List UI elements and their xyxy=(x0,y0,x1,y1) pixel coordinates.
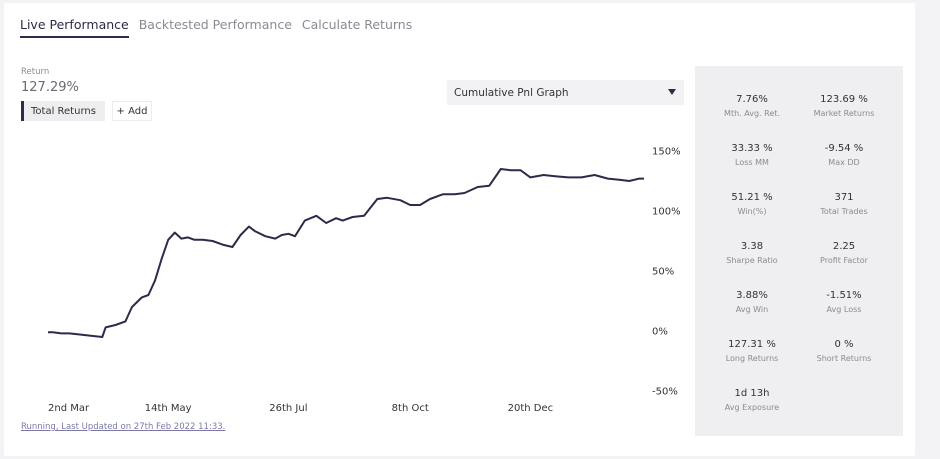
tab-calculate-returns[interactable]: Calculate Returns xyxy=(302,17,412,38)
stat-label: Loss MM xyxy=(735,158,769,167)
x-tick-label: 20th Dec xyxy=(508,403,554,414)
tab-backtested-performance[interactable]: Backtested Performance xyxy=(139,17,292,38)
stat-value: 33.33 % xyxy=(731,143,773,154)
y-tick-label: 50% xyxy=(652,267,674,278)
stat-value: 7.76% xyxy=(736,94,768,105)
stat-label: Win(%) xyxy=(737,207,767,216)
graph-type-select[interactable]: Cumulative Pnl Graph xyxy=(447,80,684,105)
graph-type-value: Cumulative Pnl Graph xyxy=(454,86,569,99)
stat-value: 51.21 % xyxy=(731,192,773,203)
stat-label: Market Returns xyxy=(813,109,875,118)
stat-label: Long Returns xyxy=(725,354,779,363)
stat-value: 3.38 xyxy=(740,241,764,252)
x-tick-label: 2nd Mar xyxy=(48,403,90,414)
stat-value: 127.31 % xyxy=(728,339,776,350)
stat-item: -9.54 % Max DD xyxy=(799,143,889,167)
caret-down-icon xyxy=(668,89,676,95)
stat-item: 51.21 % Win(%) xyxy=(707,192,797,216)
cumulative-pnl-chart: 150% 100% 50% 0% -50% 2nd Mar 14th May 26th Jul… xyxy=(48,147,681,414)
y-tick-label: -50% xyxy=(652,387,678,398)
x-tick-label: 8th Oct xyxy=(392,403,429,414)
stat-label: Profit Factor xyxy=(820,256,868,265)
pnl-series-line xyxy=(48,168,644,338)
stat-value: -9.54 % xyxy=(824,143,864,154)
stat-value: 0 % xyxy=(834,339,854,350)
stat-label: Mth. Avg. Ret. xyxy=(724,109,780,118)
stat-value: 371 xyxy=(834,192,854,203)
stats-panel: 7.76% Mth. Avg. Ret. 123.69 % Market Return… xyxy=(695,66,903,436)
stat-value: 2.25 xyxy=(832,241,856,252)
stat-label: Avg Exposure xyxy=(724,403,780,412)
tab-live-performance[interactable]: Live Performance xyxy=(20,17,129,38)
stat-label: Sharpe Ratio xyxy=(726,256,778,265)
stat-label: Total Trades xyxy=(820,207,868,216)
stat-item: 3.88% Avg Win xyxy=(707,290,797,314)
add-series-button[interactable]: + Add xyxy=(112,101,152,121)
last-updated-link[interactable]: Running, Last Updated on 27th Feb 2022 1… xyxy=(21,422,225,432)
return-label: Return xyxy=(21,67,50,77)
y-tick-label: 100% xyxy=(652,207,681,218)
stat-item: 123.69 % Market Returns xyxy=(799,94,889,118)
stat-label: Max DD xyxy=(828,158,860,167)
x-tick-label: 26th Jul xyxy=(269,403,307,414)
stat-item: 2.25 Profit Factor xyxy=(799,241,889,265)
y-tick-label: 0% xyxy=(652,327,668,338)
total-returns-button[interactable]: Total Returns xyxy=(21,101,105,121)
stat-item: 1d 13h Avg Exposure xyxy=(707,388,797,412)
stat-value: 1d 13h xyxy=(734,388,770,399)
return-value: 127.29% xyxy=(21,80,79,95)
performance-card: Live Performance Backtested Performance … xyxy=(4,3,915,456)
stat-value: -1.51% xyxy=(826,290,862,301)
stat-item: 127.31 % Long Returns xyxy=(707,339,797,363)
y-tick-label: 150% xyxy=(652,147,681,158)
stat-item: 33.33 % Loss MM xyxy=(707,143,797,167)
stat-label: Avg Loss xyxy=(826,305,862,314)
stat-item: 3.38 Sharpe Ratio xyxy=(707,241,797,265)
x-tick-label: 14th May xyxy=(145,403,192,414)
stat-item: 7.76% Mth. Avg. Ret. xyxy=(707,94,797,118)
stat-label: Avg Win xyxy=(735,305,769,314)
stat-item: 371 Total Trades xyxy=(799,192,889,216)
stat-value: 123.69 % xyxy=(820,94,868,105)
stat-item: 0 % Short Returns xyxy=(799,339,889,363)
stat-label: Short Returns xyxy=(816,354,872,363)
performance-tabs: Live Performance Backtested Performance … xyxy=(20,17,412,38)
stat-value: 3.88% xyxy=(736,290,768,301)
stat-item: -1.51% Avg Loss xyxy=(799,290,889,314)
